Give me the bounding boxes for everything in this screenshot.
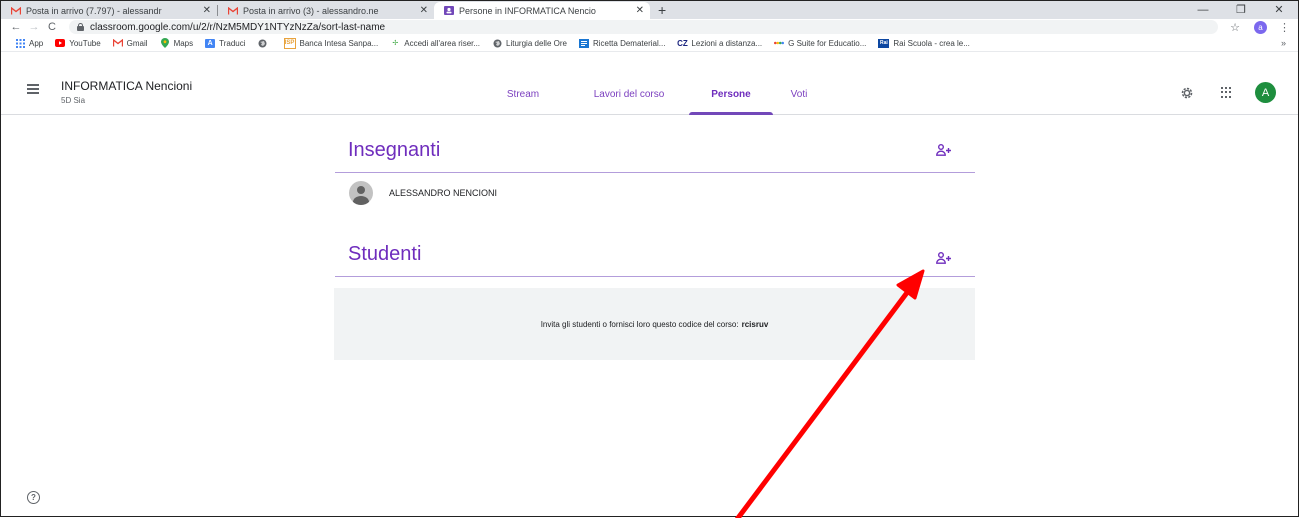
reload-icon[interactable]: C (43, 21, 61, 33)
bookmark-globe[interactable] (258, 39, 272, 48)
classroom-icon (444, 6, 454, 16)
bookmark-rai-scuola[interactable]: Rai Rai Scuola - crea le... (878, 38, 970, 48)
bookmark-label: App (29, 38, 44, 48)
address-bar[interactable]: classroom.google.com/u/2/r/NzM5MDY1NTYzN… (69, 20, 1219, 34)
help-icon[interactable]: ? (27, 491, 40, 504)
rai-icon: Rai (878, 38, 890, 48)
tab-title: Posta in arrivo (3) - alessandro.ne (243, 5, 379, 16)
class-code[interactable]: rcisruv (742, 320, 769, 329)
bookmark-label: Liturgia delle Ore (506, 38, 567, 48)
browser-tab-3[interactable]: Persone in INFORMATICA Nencio ✕ (434, 2, 650, 19)
globe-icon (258, 39, 268, 48)
bookmarks-bar: App YouTube Gmail Maps A Traduci ISP Ban… (1, 35, 1298, 52)
lock-icon (77, 23, 84, 31)
gmail-icon (228, 6, 238, 16)
bookmark-label: Gmail (126, 38, 148, 48)
bookmark-label: Maps (173, 38, 194, 48)
browser-tab-2[interactable]: Posta in arrivo (3) - alessandro.ne ✕ (218, 2, 434, 19)
profile-avatar[interactable]: a (1254, 20, 1267, 34)
bookmark-gmail[interactable]: Gmail (112, 38, 148, 48)
back-arrow-icon[interactable]: ← (7, 21, 25, 33)
course-title[interactable]: INFORMATICA Nencioni (61, 79, 192, 93)
apps-grid-icon (15, 38, 25, 48)
invite-text: Invita gli studenti o fornisci loro ques… (540, 319, 739, 329)
gmail-icon (112, 39, 123, 48)
teacher-name: ALESSANDRO NENCIONI (389, 188, 498, 198)
teachers-heading: Insegnanti (348, 139, 441, 161)
url-text: classroom.google.com/u/2/r/NzM5MDY1NTYzN… (90, 21, 386, 33)
bookmark-liturgia[interactable]: Liturgia delle Ore (492, 39, 567, 48)
add-student-icon[interactable] (936, 251, 952, 264)
avatar[interactable]: A (1255, 82, 1276, 103)
hamburger-menu-icon[interactable] (27, 84, 39, 96)
students-divider (335, 276, 975, 277)
tab-lavori-del-corso[interactable]: Lavori del corso (569, 77, 689, 115)
bookmark-youtube[interactable]: YouTube (55, 38, 101, 48)
window-close-button[interactable]: ✕ (1260, 1, 1298, 19)
list-item: ALESSANDRO NENCIONI (349, 181, 497, 205)
bookmark-accedi[interactable]: ✢ Accedi all'area riser... (390, 39, 480, 48)
minimize-button[interactable]: — (1184, 1, 1222, 19)
maps-icon (160, 38, 170, 48)
bookmark-gsuite[interactable]: G Suite for Educatio... (774, 39, 866, 48)
star-icon[interactable]: ☆ (1230, 21, 1240, 34)
new-tab-button[interactable]: + (650, 2, 674, 19)
window-controls: — ❐ ✕ (1184, 1, 1298, 19)
avatar (349, 181, 373, 205)
browser-tab-1[interactable]: Posta in arrivo (7.797) - alessandr ✕ (1, 2, 217, 19)
tab-title: Posta in arrivo (7.797) - alessandr (26, 5, 162, 16)
bookmark-maps[interactable]: Maps (160, 38, 194, 48)
add-teacher-icon[interactable] (936, 143, 952, 156)
bookmark-label: YouTube (69, 38, 101, 48)
forward-arrow-icon[interactable]: → (25, 21, 43, 33)
tab-title: Persone in INFORMATICA Nencio (459, 5, 596, 16)
globe-icon (492, 39, 502, 48)
gear-icon[interactable] (1180, 86, 1194, 100)
youtube-icon (55, 39, 66, 48)
bookmark-label: G Suite for Educatio... (788, 38, 867, 48)
bookmark-lezioni[interactable]: CZ Lezioni a distanza... (677, 39, 762, 48)
bookmark-ricetta[interactable]: Ricetta Dematerial... (578, 38, 666, 48)
bookmark-label: Rai Scuola - crea le... (893, 38, 970, 48)
close-icon[interactable]: ✕ (636, 5, 644, 16)
bank-icon: ISP (283, 37, 296, 49)
bookmarks-overflow-icon[interactable]: » (1281, 38, 1286, 48)
course-section: 5D Sia (61, 96, 86, 105)
close-icon[interactable]: ✕ (203, 5, 211, 16)
google-apps-icon[interactable] (1221, 86, 1233, 99)
gmail-icon (11, 6, 21, 16)
gsuite-icon (774, 39, 785, 48)
bookmark-app[interactable]: App (15, 38, 44, 48)
kebab-menu-icon[interactable]: ⋮ (1279, 21, 1290, 34)
translate-icon: A (205, 38, 216, 48)
cz-icon: CZ (677, 38, 688, 48)
classroom-nav: Stream Lavori del corso Persone Voti (477, 77, 825, 115)
tab-strip: Posta in arrivo (7.797) - alessandr ✕ Po… (1, 1, 1298, 19)
bookmark-banca-intesa[interactable]: ISP Banca Intesa Sanpa... (283, 37, 379, 49)
bookmark-label: Traduci (219, 38, 246, 48)
classroom-header: INFORMATICA Nencioni 5D Sia Stream Lavor… (1, 52, 1298, 115)
bookmark-traduci[interactable]: A Traduci (205, 38, 246, 48)
sparkle-icon: ✢ (392, 40, 399, 47)
students-heading: Studenti (348, 243, 422, 265)
teachers-divider (335, 172, 975, 173)
bookmark-label: Ricetta Dematerial... (592, 38, 666, 48)
close-icon[interactable]: ✕ (420, 5, 428, 16)
bookmark-label: Banca Intesa Sanpa... (299, 38, 379, 48)
doc-icon (578, 38, 589, 48)
tab-voti[interactable]: Voti (773, 77, 825, 115)
maximize-button[interactable]: ❐ (1222, 1, 1260, 19)
tab-persone[interactable]: Persone (689, 77, 773, 115)
bookmark-label: Accedi all'area riser... (404, 38, 481, 48)
tab-stream[interactable]: Stream (477, 77, 569, 115)
browser-toolbar: ← → C classroom.google.com/u/2/r/NzM5MDY… (1, 19, 1298, 35)
bookmark-label: Lezioni a distanza... (691, 38, 763, 48)
invite-students-box: Invita gli studenti o fornisci loro ques… (334, 288, 975, 360)
